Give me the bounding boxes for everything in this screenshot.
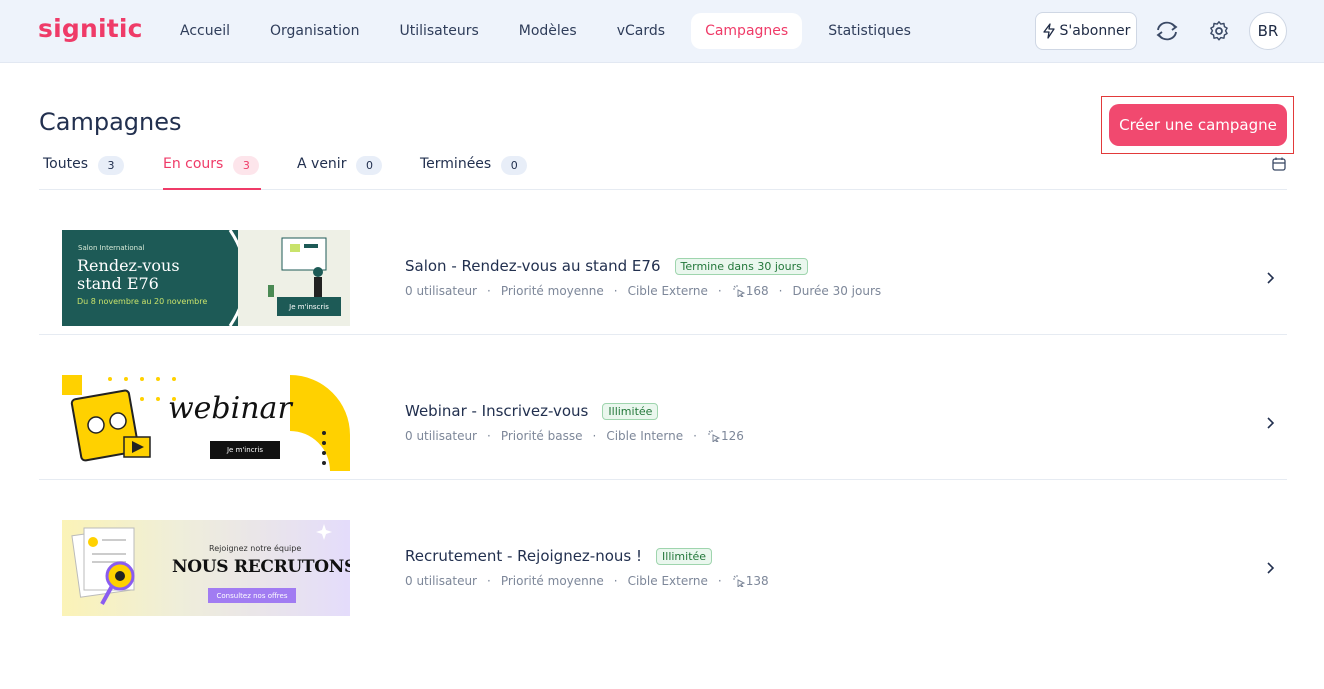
banner-dates: Du 8 novembre au 20 novembre (77, 297, 208, 306)
nav-modeles[interactable]: Modèles (505, 13, 591, 49)
main-nav: Accueil Organisation Utilisateurs Modèle… (166, 13, 937, 49)
banner-headline: NOUS RECRUTONS (172, 557, 350, 577)
tab-label: En cours (163, 156, 224, 172)
campaign-title[interactable]: Webinar - Inscrivez-vous (405, 402, 588, 420)
meta-duration: Durée 30 jours (792, 284, 882, 298)
banner-small-text: Salon International (78, 244, 145, 252)
chevron-right-icon[interactable] (1265, 271, 1277, 285)
meta-clicks: 138 (745, 574, 769, 588)
chevron-right-icon[interactable] (1265, 416, 1277, 430)
campaign-banner-thumbnail: Salon International Rendez-vous stand E7… (62, 230, 350, 326)
page-title: Campagnes (39, 108, 182, 136)
create-campaign-button[interactable]: Créer une campagne (1109, 104, 1287, 146)
tab-en-cours[interactable]: En cours 3 (163, 150, 261, 190)
lightning-icon (1042, 23, 1055, 39)
nav-statistiques[interactable]: Statistiques (814, 13, 925, 49)
webinar-banner: webinar Je m'incris (62, 375, 350, 471)
campaign-title-line: Salon - Rendez-vous au stand E76 Termine… (405, 257, 808, 275)
campaign-row[interactable]: webinar Je m'incris Webinar - Inscrivez-… (39, 335, 1287, 480)
banner-cta: Je m'inscris (277, 297, 341, 316)
campaign-title[interactable]: Salon - Rendez-vous au stand E76 (405, 257, 661, 275)
banner-illustration-area: Je m'inscris (238, 230, 350, 326)
status-badge: Illimitée (656, 547, 713, 565)
tab-label: Toutes (43, 156, 89, 172)
subscribe-label: S'abonner (1059, 23, 1131, 39)
click-icon (732, 575, 746, 587)
tab-count: 3 (98, 156, 125, 175)
tab-count: 0 (501, 156, 528, 175)
sync-icon (1156, 21, 1178, 41)
banner-small-text: Rejoignez notre équipe (209, 544, 302, 553)
meta-users: 0 utilisateur (405, 284, 477, 298)
nav-vcards[interactable]: vCards (603, 13, 679, 49)
tab-label: A venir (297, 156, 347, 172)
meta-priority: Priorité moyenne (500, 284, 604, 298)
campaign-tabs: Toutes 3 En cours 3 A venir 0 Terminées … (39, 150, 1287, 190)
meta-target: Cible Externe (627, 284, 708, 298)
recruiting-banner: Rejoignez notre équipe NOUS RECRUTONS Co… (62, 520, 350, 616)
settings-button[interactable] (1202, 14, 1236, 48)
banner-cta: Consultez nos offres (208, 588, 296, 603)
tab-toutes[interactable]: Toutes 3 (43, 150, 125, 190)
meta-users: 0 utilisateur (405, 574, 477, 588)
campaign-title[interactable]: Recrutement - Rejoignez-nous ! (405, 547, 642, 565)
meta-priority: Priorité moyenne (500, 574, 604, 588)
chevron-right-icon[interactable] (1265, 561, 1277, 575)
tab-count: 0 (356, 156, 383, 175)
nav-organisation[interactable]: Organisation (256, 13, 373, 49)
status-badge: Illimitée (602, 402, 659, 420)
sync-button[interactable] (1150, 14, 1184, 48)
meta-clicks: 168 (745, 284, 769, 298)
click-icon (707, 430, 721, 442)
nav-utilisateurs[interactable]: Utilisateurs (385, 13, 492, 49)
click-icon (732, 285, 746, 297)
campaign-meta: 0 utilisateur · Priorité moyenne · Cible E… (405, 574, 769, 588)
banner-headline-line2: stand E76 (77, 274, 159, 293)
signitic-logo[interactable]: signitic (38, 14, 143, 43)
banner-headline-line1: Rendez-vous (77, 256, 180, 275)
nav-campagnes[interactable]: Campagnes (691, 13, 803, 49)
campaign-banner-thumbnail: webinar Je m'incris (62, 375, 350, 471)
status-badge: Termine dans 30 jours (674, 257, 808, 275)
campaign-meta: 0 utilisateur · Priorité basse · Cible Int… (405, 429, 744, 443)
user-avatar[interactable]: BR (1249, 12, 1287, 50)
campaign-title-line: Webinar - Inscrivez-vous Illimitée (405, 402, 659, 420)
campaign-title-line: Recrutement - Rejoignez-nous ! Illimitée (405, 547, 713, 565)
meta-users: 0 utilisateur (405, 429, 477, 443)
campaign-row[interactable]: Rejoignez notre équipe NOUS RECRUTONS Co… (39, 480, 1287, 625)
salon-banner: Salon International Rendez-vous stand E7… (62, 230, 350, 326)
banner-headline: Rendez-vous stand E76 (77, 257, 180, 293)
campaign-banner-thumbnail: Rejoignez notre équipe NOUS RECRUTONS Co… (62, 520, 350, 616)
top-navigation-bar: signitic Accueil Organisation Utilisateu… (0, 0, 1324, 63)
meta-target: Cible Interne (606, 429, 684, 443)
banner-headline: webinar (168, 391, 292, 426)
meta-target: Cible Externe (627, 574, 708, 588)
tab-count: 3 (233, 156, 260, 175)
gear-icon (1210, 21, 1228, 41)
subscribe-button[interactable]: S'abonner (1035, 12, 1137, 50)
campaign-row[interactable]: Salon International Rendez-vous stand E7… (39, 190, 1287, 335)
campaign-meta: 0 utilisateur · Priorité moyenne · Cible E… (405, 284, 882, 298)
banner-cta: Je m'incris (210, 441, 280, 459)
calendar-icon[interactable] (1271, 156, 1287, 172)
tab-a-venir[interactable]: A venir 0 (297, 150, 383, 190)
meta-clicks: 126 (720, 429, 744, 443)
nav-accueil[interactable]: Accueil (166, 13, 244, 49)
tab-label: Terminées (420, 156, 492, 172)
meta-priority: Priorité basse (500, 429, 583, 443)
tab-terminees[interactable]: Terminées 0 (420, 150, 528, 190)
